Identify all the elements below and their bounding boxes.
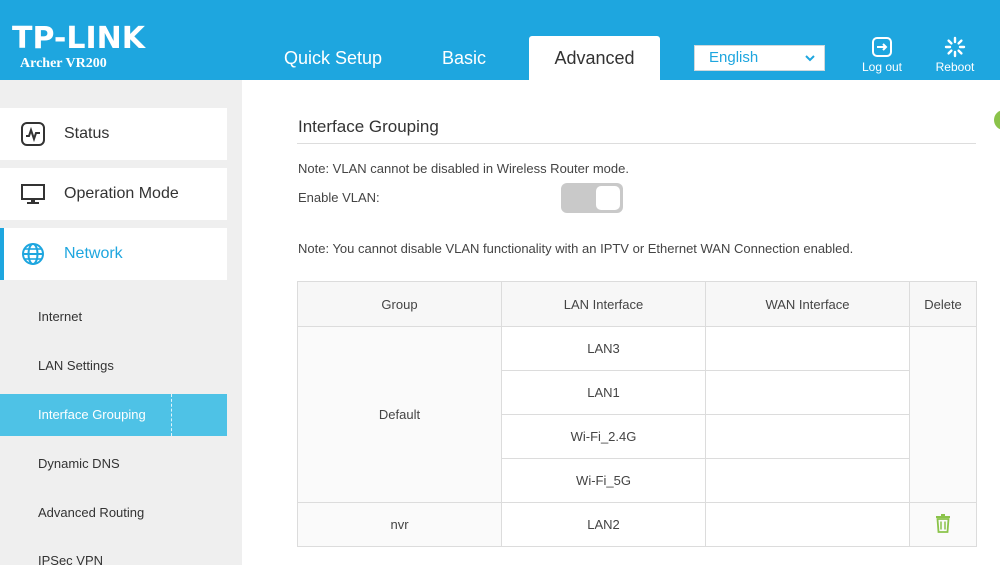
table-header-row: Group LAN Interface WAN Interface Delete bbox=[297, 281, 977, 327]
enable-vlan-toggle[interactable] bbox=[561, 183, 623, 213]
wan-interface-cell bbox=[705, 414, 910, 459]
wan-interface-cell bbox=[705, 458, 910, 503]
monitor-icon bbox=[21, 184, 45, 204]
sidebar-item-label: Network bbox=[64, 245, 123, 262]
lan-interface-cell: Wi-Fi_2.4G bbox=[501, 414, 706, 459]
logout-button[interactable]: Log out bbox=[852, 36, 912, 74]
delete-cell bbox=[909, 326, 977, 503]
delete-cell bbox=[909, 502, 977, 547]
interface-group-table: Group LAN Interface WAN Interface Delete… bbox=[297, 281, 977, 547]
logout-label: Log out bbox=[861, 60, 903, 74]
sidebar-sub-advanced-routing[interactable]: Advanced Routing bbox=[0, 492, 227, 534]
reboot-icon bbox=[944, 36, 966, 58]
sidebar-sub-interface-grouping[interactable]: Interface Grouping bbox=[0, 394, 227, 436]
column-header-wan: WAN Interface bbox=[705, 281, 910, 327]
column-header-group: Group bbox=[297, 281, 502, 327]
language-select[interactable]: English bbox=[694, 45, 825, 71]
sidebar-item-label: Operation Mode bbox=[64, 185, 179, 202]
reboot-button[interactable]: Reboot bbox=[925, 36, 985, 74]
help-icon[interactable] bbox=[994, 110, 1000, 130]
status-icon bbox=[21, 122, 45, 146]
tab-quick-setup[interactable]: Quick Setup bbox=[268, 36, 398, 80]
sidebar-sub-dynamic-dns[interactable]: Dynamic DNS bbox=[0, 443, 227, 485]
column-header-delete: Delete bbox=[909, 281, 977, 327]
vlan-note: Note: VLAN cannot be disabled in Wireles… bbox=[298, 161, 629, 176]
trash-icon[interactable] bbox=[933, 513, 953, 533]
sidebar-sub-label: Advanced Routing bbox=[38, 505, 145, 520]
chevron-down-icon bbox=[805, 55, 815, 62]
sidebar-sub-ipsec-vpn[interactable]: IPSec VPN bbox=[0, 540, 227, 565]
sidebar-item-network[interactable]: Network bbox=[0, 228, 227, 280]
sidebar-item-status[interactable]: Status bbox=[0, 108, 227, 160]
globe-icon bbox=[22, 243, 44, 265]
group-name-cell: nvr bbox=[297, 502, 502, 547]
wan-interface-cell bbox=[705, 326, 910, 371]
sidebar-item-label: Status bbox=[64, 125, 110, 142]
enable-vlan-label: Enable VLAN: bbox=[298, 190, 380, 205]
page-title: Interface Grouping bbox=[298, 117, 439, 136]
logout-icon bbox=[872, 37, 892, 57]
group-name-cell: Default bbox=[297, 326, 502, 503]
table-row: nvr LAN2 bbox=[297, 502, 977, 547]
wan-interface-cell bbox=[705, 370, 910, 415]
column-header-lan: LAN Interface bbox=[501, 281, 706, 327]
sidebar-sub-label: IPSec VPN bbox=[38, 553, 104, 565]
lan-interface-cell: LAN2 bbox=[501, 502, 706, 547]
iptv-note: Note: You cannot disable VLAN functional… bbox=[298, 241, 854, 256]
sidebar-item-operation-mode[interactable]: Operation Mode bbox=[0, 168, 227, 220]
focus-outline bbox=[38, 394, 172, 436]
lan-interface-cell: LAN1 bbox=[501, 370, 706, 415]
tab-advanced[interactable]: Advanced bbox=[529, 36, 660, 80]
sidebar-sub-label: Dynamic DNS bbox=[38, 456, 120, 471]
lan-interface-cell: Wi-Fi_5G bbox=[501, 458, 706, 503]
tab-basic[interactable]: Basic bbox=[404, 36, 524, 80]
title-divider bbox=[297, 143, 976, 144]
language-value: English bbox=[709, 49, 759, 66]
model-name: Archer VR200 bbox=[20, 56, 107, 71]
toggle-knob bbox=[596, 186, 620, 210]
table-row: Default LAN3 bbox=[297, 326, 977, 503]
reboot-label: Reboot bbox=[935, 60, 975, 74]
sidebar-sub-label: LAN Settings bbox=[38, 358, 114, 373]
sidebar-sub-label: Internet bbox=[38, 309, 83, 324]
tp-link-logo: TP-LINK bbox=[12, 21, 146, 56]
lan-interface-cell: LAN3 bbox=[501, 326, 706, 371]
top-header: TP-LINK Archer VR200 Quick Setup Basic A… bbox=[0, 0, 1000, 80]
sidebar-sub-lan-settings[interactable]: LAN Settings bbox=[0, 345, 227, 387]
sidebar-sub-internet[interactable]: Internet bbox=[0, 296, 227, 338]
wan-interface-cell bbox=[705, 502, 910, 547]
